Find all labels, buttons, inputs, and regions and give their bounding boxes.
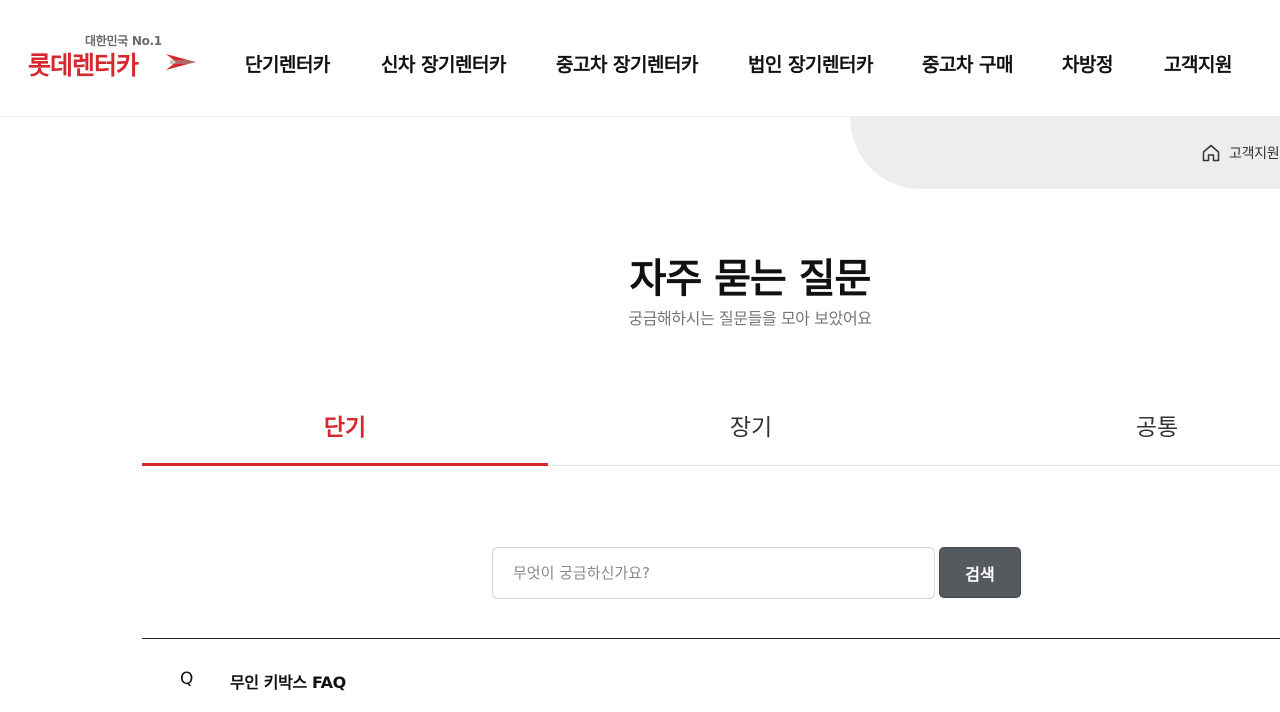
tab-short-term[interactable]: 단기	[142, 400, 548, 466]
faq-list: Q 무인 키박스 FAQ	[142, 638, 1280, 712]
page-title: 자주 묻는 질문	[629, 256, 872, 302]
search-button[interactable]: 검색	[939, 547, 1021, 598]
nav-used-car-long-term[interactable]: 중고차 장기렌터카	[556, 50, 698, 77]
breadcrumb-current[interactable]: 고객지원	[1229, 143, 1280, 163]
faq-tabs: 단기 장기 공통	[142, 400, 1280, 466]
faq-item-title: 무인 키박스 FAQ	[230, 673, 346, 692]
home-icon[interactable]	[1201, 143, 1221, 163]
page-subtitle: 궁금해하시는 질문들을 모아 보았어요	[628, 309, 872, 328]
site-header: 대한민국 No.1 롯데렌터카 단기렌터카 신차 장기렌터카 중고차 장기렌터카…	[0, 0, 1280, 117]
nav-customer-support[interactable]: 고객지원	[1164, 50, 1232, 77]
nav-chabangjeong[interactable]: 차방정	[1062, 50, 1113, 77]
tab-long-term[interactable]: 장기	[548, 400, 954, 466]
faq-item[interactable]: Q 무인 키박스 FAQ	[142, 639, 1280, 712]
search-input[interactable]	[492, 547, 935, 599]
nav-short-term-rental[interactable]: 단기렌터카	[245, 50, 330, 77]
tab-common[interactable]: 공통	[954, 400, 1280, 466]
nav-used-car-purchase[interactable]: 중고차 구매	[922, 50, 1014, 77]
breadcrumb: 고객지원	[1201, 142, 1280, 164]
nav-new-car-long-term[interactable]: 신차 장기렌터카	[381, 50, 506, 77]
nav-corporate-long-term[interactable]: 법인 장기렌터카	[748, 50, 873, 77]
question-marker: Q	[180, 669, 194, 689]
page: 대한민국 No.1 롯데렌터카 단기렌터카 신차 장기렌터카 중고차 장기렌터카…	[0, 0, 1280, 712]
main-nav: 단기렌터카 신차 장기렌터카 중고차 장기렌터카 법인 장기렌터카 중고차 구매…	[0, 0, 1280, 117]
